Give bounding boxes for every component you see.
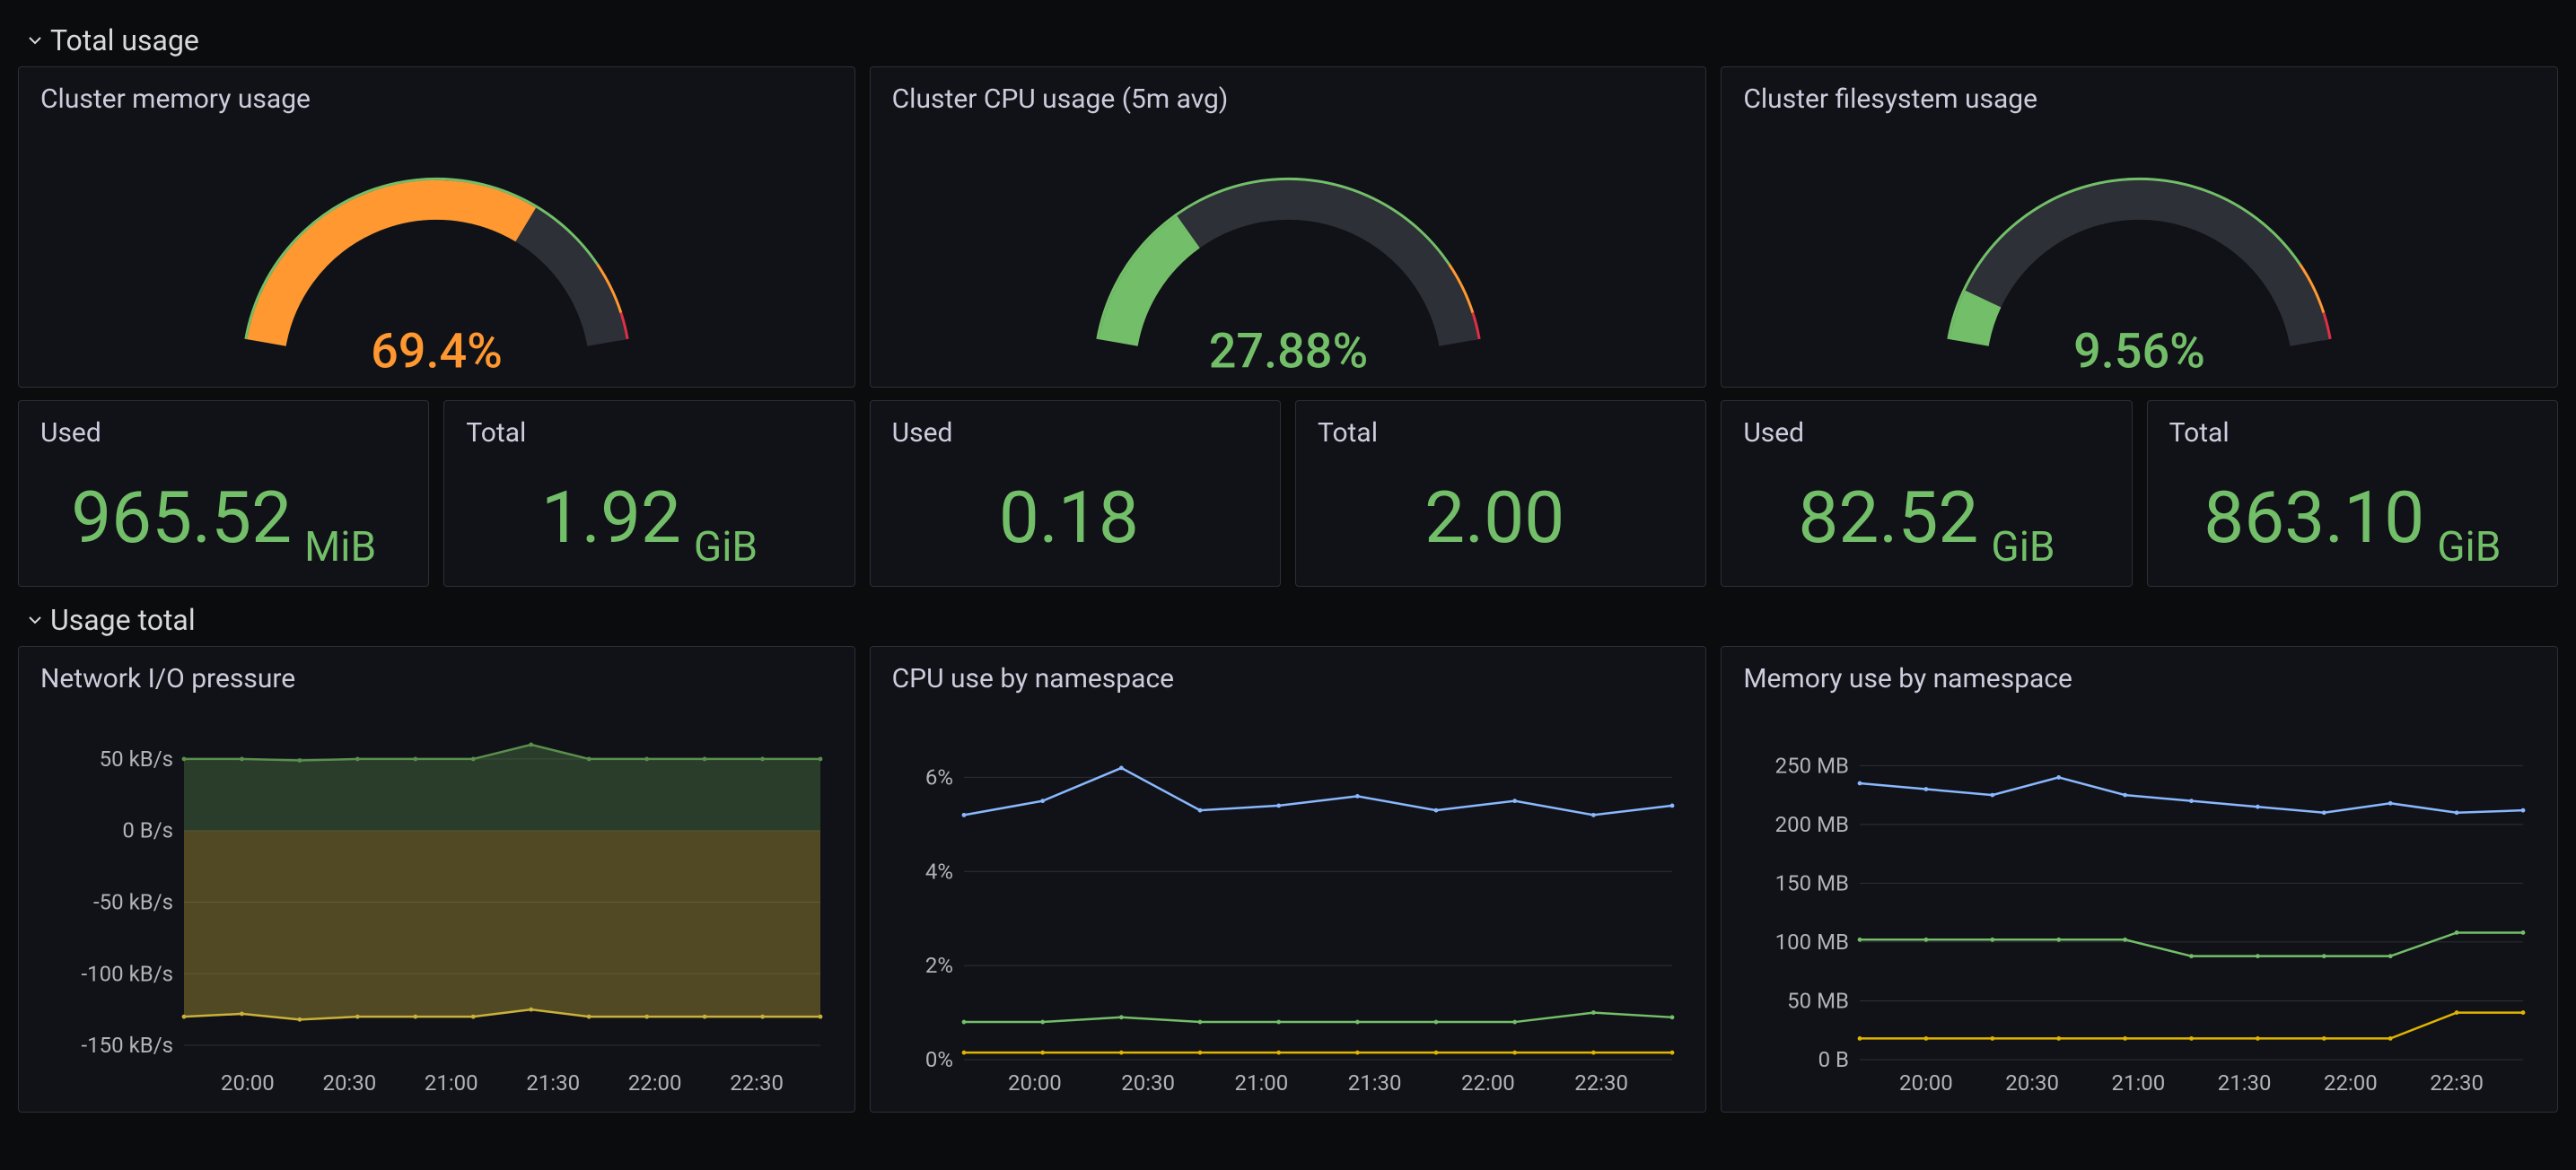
stat-value: 965.52 — [71, 482, 292, 554]
panel-title: Used — [40, 417, 407, 449]
panel-title: Cluster memory usage — [40, 83, 833, 115]
svg-text:21:30: 21:30 — [2218, 1070, 2272, 1096]
chart-network: 50 kB/s 0 B/s -50 kB/s -100 kB/s -150 kB/s 20… — [40, 703, 833, 1103]
panel-cpu-used[interactable]: Used 0.18 — [870, 400, 1281, 587]
svg-text:0 B: 0 B — [1818, 1047, 1849, 1072]
svg-text:9.56%: 9.56% — [2073, 323, 2205, 378]
panel-network-io-pressure[interactable]: Network I/O pressure 50 kB/s 0 B/s -50 kB/… — [18, 646, 855, 1113]
panel-title: CPU use by namespace — [892, 663, 1685, 694]
stat-value: 1.92 — [541, 482, 681, 554]
panel-title: Total — [2169, 417, 2536, 449]
panel-title: Used — [892, 417, 1258, 449]
panel-cluster-cpu-usage[interactable]: Cluster CPU usage (5m avg) 27.88% — [870, 66, 1707, 388]
gauge-cpu: 27.88% — [892, 124, 1685, 388]
svg-text:27.88%: 27.88% — [1208, 323, 1368, 378]
panel-cluster-filesystem-usage[interactable]: Cluster filesystem usage 9.56% — [1721, 66, 2558, 388]
stat-unit: GiB — [2437, 527, 2501, 577]
svg-text:22:00: 22:00 — [2324, 1070, 2378, 1096]
svg-text:0%: 0% — [925, 1047, 953, 1072]
gauge-fs: 9.56% — [1743, 124, 2536, 388]
section-total-usage-header[interactable]: Total usage — [27, 23, 2558, 57]
chevron-down-icon — [27, 612, 43, 628]
panel-memory-used[interactable]: Used 965.52 MiB — [18, 400, 429, 587]
panel-memory-by-namespace[interactable]: Memory use by namespace 250 MB 200 MB 150 … — [1721, 646, 2558, 1113]
svg-text:100 MB: 100 MB — [1775, 930, 1849, 955]
svg-text:21:30: 21:30 — [1347, 1070, 1401, 1096]
section-title: Total usage — [50, 23, 199, 57]
panel-cpu-total[interactable]: Total 2.00 — [1295, 400, 1706, 587]
svg-text:-100 kB/s: -100 kB/s — [82, 961, 173, 986]
gauge-memory: 69.4% — [40, 124, 833, 388]
svg-text:20:30: 20:30 — [2006, 1070, 2060, 1096]
svg-text:20:00: 20:00 — [1899, 1070, 1953, 1096]
panel-title: Used — [1743, 417, 2109, 449]
panel-cluster-memory-usage[interactable]: Cluster memory usage 69.4% — [18, 66, 855, 388]
stat-value: 82.52 — [1798, 482, 1978, 554]
svg-text:22:30: 22:30 — [730, 1070, 784, 1096]
svg-text:22:30: 22:30 — [2431, 1070, 2484, 1096]
panel-title: Cluster filesystem usage — [1743, 83, 2536, 115]
svg-text:-150 kB/s: -150 kB/s — [82, 1033, 173, 1058]
svg-text:21:00: 21:00 — [2112, 1070, 2166, 1096]
stat-value: 2.00 — [1424, 482, 1564, 554]
svg-text:200 MB: 200 MB — [1775, 812, 1849, 837]
panel-title: Cluster CPU usage (5m avg) — [892, 83, 1685, 115]
svg-text:20:30: 20:30 — [322, 1070, 376, 1096]
svg-text:22:30: 22:30 — [1574, 1070, 1628, 1096]
panel-fs-total[interactable]: Total 863.10 GiB — [2147, 400, 2558, 587]
chevron-down-icon — [27, 32, 43, 48]
svg-text:21:30: 21:30 — [526, 1070, 580, 1096]
svg-text:20:00: 20:00 — [221, 1070, 275, 1096]
panel-title: Total — [1318, 417, 1684, 449]
panel-title: Memory use by namespace — [1743, 663, 2536, 694]
svg-text:6%: 6% — [925, 764, 953, 790]
svg-text:250 MB: 250 MB — [1775, 753, 1849, 778]
svg-text:50 kB/s: 50 kB/s — [100, 747, 173, 772]
svg-text:20:30: 20:30 — [1121, 1070, 1175, 1096]
section-usage-total-header[interactable]: Usage total — [27, 603, 2558, 637]
panel-memory-total[interactable]: Total 1.92 GiB — [443, 400, 854, 587]
svg-text:0 B/s: 0 B/s — [122, 818, 173, 843]
panel-cpu-by-namespace[interactable]: CPU use by namespace 6% 4% 2% 0% 20:00 20:30 2… — [870, 646, 1707, 1113]
svg-text:20:00: 20:00 — [1008, 1070, 1062, 1096]
panel-title: Total — [466, 417, 832, 449]
svg-text:150 MB: 150 MB — [1775, 870, 1849, 895]
svg-text:22:00: 22:00 — [1461, 1070, 1515, 1096]
svg-text:-50 kB/s: -50 kB/s — [93, 889, 173, 914]
chart-cpu-ns: 6% 4% 2% 0% 20:00 20:30 21:00 21:30 22:00 22:30 — [892, 703, 1685, 1103]
svg-text:22:00: 22:00 — [628, 1070, 682, 1096]
stat-unit: GiB — [694, 527, 758, 577]
stat-unit: MiB — [304, 527, 376, 577]
panel-title: Network I/O pressure — [40, 663, 833, 694]
svg-text:4%: 4% — [925, 859, 953, 884]
stat-unit: GiB — [1991, 527, 2055, 577]
section-title: Usage total — [50, 603, 196, 637]
svg-text:21:00: 21:00 — [425, 1070, 478, 1096]
stat-value: 0.18 — [999, 482, 1139, 554]
panel-fs-used[interactable]: Used 82.52 GiB — [1721, 400, 2132, 587]
svg-text:21:00: 21:00 — [1234, 1070, 1288, 1096]
stat-value: 863.10 — [2204, 482, 2424, 554]
svg-text:50 MB: 50 MB — [1787, 988, 1849, 1013]
svg-text:2%: 2% — [925, 953, 953, 978]
svg-text:69.4%: 69.4% — [371, 323, 503, 378]
chart-mem-ns: 250 MB 200 MB 150 MB 100 MB 50 MB 0 B 20:00 20:… — [1743, 703, 2536, 1103]
